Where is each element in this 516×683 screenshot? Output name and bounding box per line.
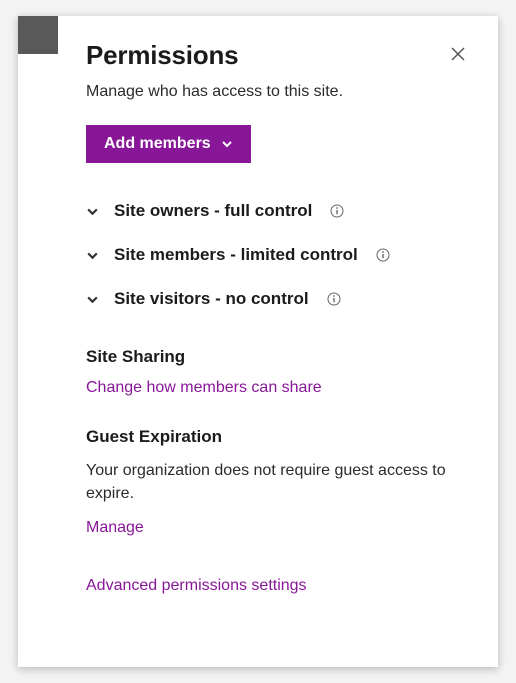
page-subtitle: Manage who has access to this site.	[86, 83, 470, 101]
group-site-owners[interactable]: Site owners - full control	[86, 189, 470, 233]
change-sharing-link[interactable]: Change how members can share	[86, 379, 322, 397]
group-site-members[interactable]: Site members - limited control	[86, 233, 470, 277]
group-label: Site visitors - no control	[114, 289, 309, 309]
site-sharing-heading: Site Sharing	[86, 347, 470, 367]
group-site-visitors[interactable]: Site visitors - no control	[86, 277, 470, 321]
chevron-down-icon	[86, 293, 100, 306]
advanced-permissions-link[interactable]: Advanced permissions settings	[86, 577, 307, 595]
guest-expiration-text: Your organization does not require guest…	[86, 459, 470, 505]
add-members-button[interactable]: Add members	[86, 125, 251, 163]
background-strip	[18, 16, 58, 54]
group-label: Site owners - full control	[114, 201, 312, 221]
manage-guest-link[interactable]: Manage	[86, 519, 144, 537]
info-icon[interactable]	[376, 248, 390, 262]
chevron-down-icon	[86, 249, 100, 262]
guest-expiration-heading: Guest Expiration	[86, 427, 470, 447]
info-icon[interactable]	[327, 292, 341, 306]
chevron-down-icon	[86, 205, 100, 218]
info-icon[interactable]	[330, 204, 344, 218]
close-button[interactable]	[446, 42, 470, 69]
add-members-label: Add members	[104, 135, 211, 153]
page-title: Permissions	[86, 40, 238, 71]
close-icon	[450, 50, 466, 65]
chevron-down-icon	[221, 138, 233, 150]
permissions-panel: Permissions Manage who has access to thi…	[58, 16, 498, 667]
group-label: Site members - limited control	[114, 245, 358, 265]
